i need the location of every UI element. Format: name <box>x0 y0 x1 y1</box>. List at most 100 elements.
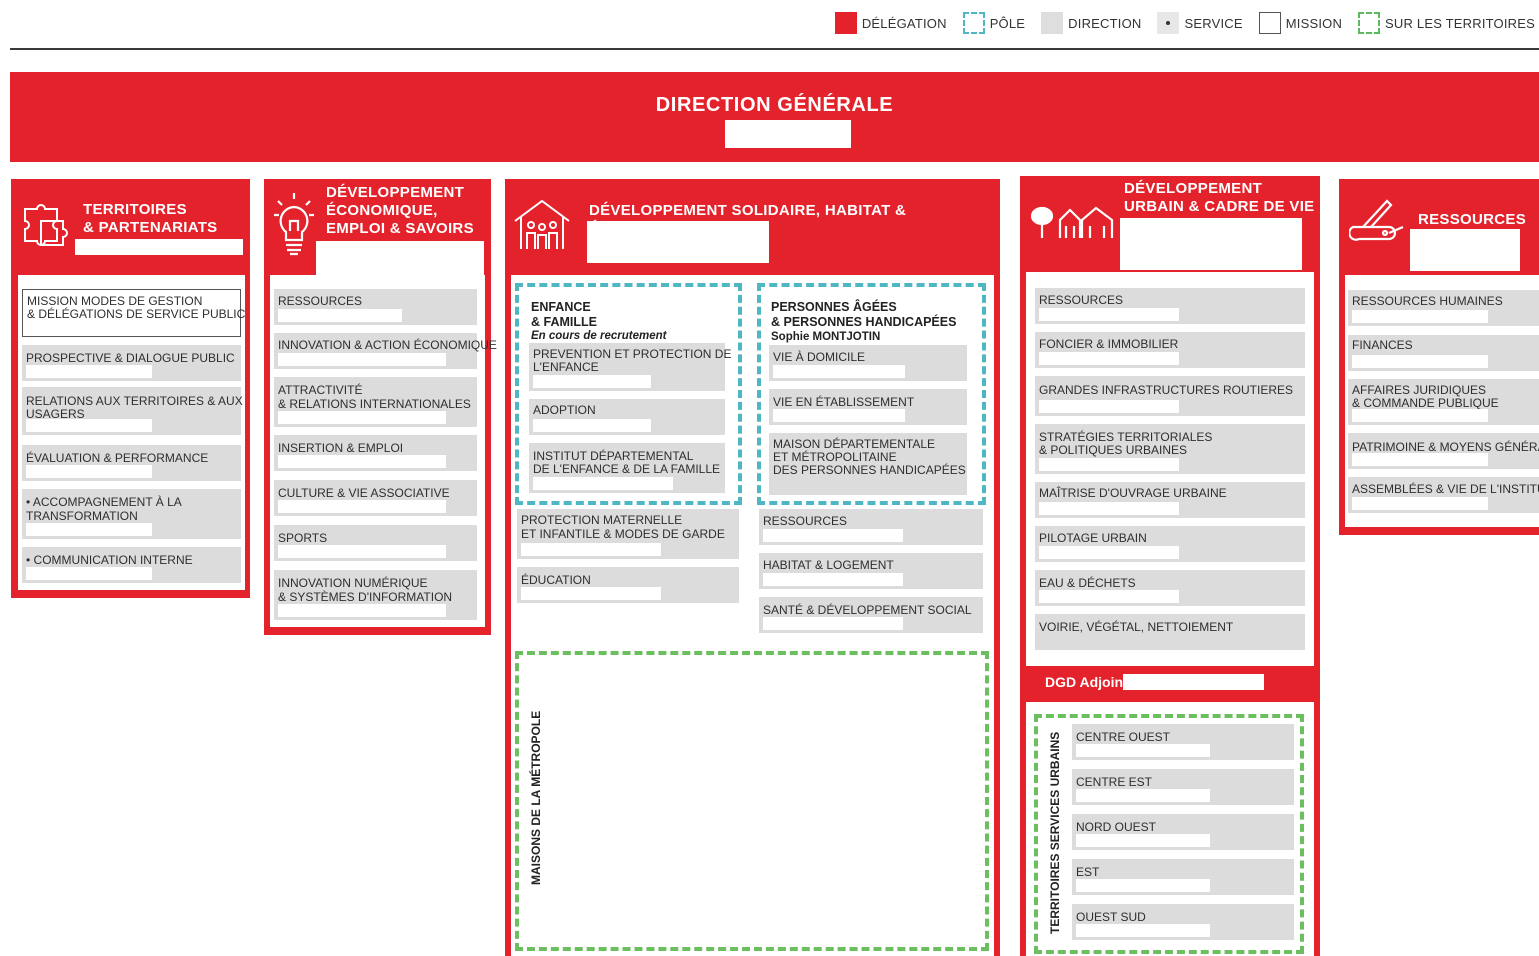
delegation-territoires[interactable]: TERRITOIRES & PARTENARIATS MISSION MODES… <box>11 179 250 598</box>
delegation-developpement-solidaire[interactable]: DÉVELOPPEMENT SOLIDAIRE, HABITAT & ÉDUCA… <box>505 179 1000 956</box>
name-field <box>1039 458 1179 471</box>
territoire-est[interactable]: EST <box>1072 859 1294 895</box>
direction-maitrise-ouvrage[interactable]: MAÎTRISE D'OUVRAGE URBAINE <box>1035 482 1305 518</box>
direction-prospective[interactable]: PROSPECTIVE & DIALOGUE PUBLIC <box>22 345 241 381</box>
col1-item-label: • COMMUNICATION INTERNE <box>26 553 193 567</box>
col2-title-line3: EMPLOI & SAVOIRS <box>326 220 474 237</box>
legend-delegation: DÉLÉGATION <box>834 12 947 34</box>
name-field <box>1076 879 1210 892</box>
direction-pilotage-urbain[interactable]: PILOTAGE URBAIN <box>1035 526 1305 562</box>
col4-item-label: RESSOURCES <box>1039 293 1124 307</box>
delegation-developpement-economique[interactable]: DÉVELOPPEMENT ÉCONOMIQUE, EMPLOI & SAVOI… <box>264 179 497 635</box>
pole-personnes-agees-handicapees[interactable]: PERSONNES ÂGÉES & PERSONNES HANDICAPÉES … <box>757 283 986 505</box>
name-field <box>278 455 446 468</box>
name-field <box>26 523 152 536</box>
direction-eau-dechets[interactable]: EAU & DÉCHETS <box>1035 570 1305 606</box>
direction-ressources-urbain[interactable]: RESSOURCES <box>1035 288 1305 324</box>
direction-culture[interactable]: CULTURE & VIE ASSOCIATIVE <box>274 480 477 516</box>
territoire-label: CENTRE OUEST <box>1076 730 1171 744</box>
legend-mission: MISSION <box>1258 12 1343 34</box>
direction-finances[interactable]: FINANCES <box>1348 335 1539 371</box>
direction-innovation-action-economique[interactable]: INNOVATION & ACTION ÉCONOMIQUE <box>274 333 497 369</box>
direction-maison-departementale[interactable]: MAISON DÉPARTEMENTALE ET MÉTROPOLITAINE … <box>769 433 967 495</box>
col2-item-label: INNOVATION NUMÉRIQUE <box>278 576 428 590</box>
name-field <box>26 419 152 432</box>
direction-ressources-solidaire[interactable]: RESSOURCES <box>759 509 983 545</box>
delegation-ressources[interactable]: RESSOURCES RESSOURCES HUMAINES FINANCES … <box>1339 179 1539 535</box>
direction-insertion-emploi[interactable]: INSERTION & EMPLOI <box>274 435 477 471</box>
territoires-services-urbains[interactable]: TERRITOIRES SERVICES URBAINS CENTRE OUES… <box>1034 714 1304 954</box>
direction-habitat-logement[interactable]: HABITAT & LOGEMENT <box>759 553 983 589</box>
direction-foncier-immobilier[interactable]: FONCIER & IMMOBILIER <box>1035 332 1305 368</box>
territoire-centre-ouest[interactable]: CENTRE OUEST <box>1072 724 1294 760</box>
direction-ressources[interactable]: RESSOURCES <box>274 289 477 325</box>
service-communication-interne[interactable]: • COMMUNICATION INTERNE <box>22 547 241 583</box>
pole1-title-line2: & FAMILLE <box>531 315 597 329</box>
direction-generale-name-box <box>725 120 851 148</box>
name-field <box>533 419 651 432</box>
col1-item-label: • ACCOMPAGNEMENT À LA <box>26 495 182 509</box>
maisons-de-la-metropole[interactable]: MAISONS DE LA MÉTROPOLE <box>515 651 989 951</box>
direction-patrimoine[interactable]: PATRIMOINE & MOYENS GÉNÉRAUX <box>1348 433 1539 469</box>
col4-body: RESSOURCES FONCIER & IMMOBILIER GRANDES … <box>1026 272 1314 666</box>
direction-assemblees[interactable]: ASSEMBLÉES & VIE DE L'INSTITUTION <box>1348 477 1539 513</box>
col2-item-label: & SYSTÈMES D'INFORMATION <box>278 590 453 604</box>
direction-generale-banner[interactable]: DIRECTION GÉNÉRALE <box>10 72 1539 162</box>
col1-body: MISSION MODES DE GESTION & DÉLÉGATIONS D… <box>18 275 245 590</box>
col2-head-name-box <box>316 241 484 275</box>
direction-affaires-juridiques[interactable]: AFFAIRES JURIDIQUES & COMMANDE PUBLIQUE <box>1348 379 1539 425</box>
direction-ressources-humaines[interactable]: RESSOURCES HUMAINES <box>1348 290 1539 326</box>
direction-innovation-numerique[interactable]: INNOVATION NUMÉRIQUE & SYSTÈMES D'INFORM… <box>274 570 477 620</box>
direction-institut-departemental[interactable]: INSTITUT DÉPARTEMENTAL DE L'ENFANCE & DE… <box>529 443 725 493</box>
direction-sports[interactable]: SPORTS <box>274 525 477 561</box>
pole1-subtitle: En cours de recrutement <box>531 330 667 342</box>
mission-modes-gestion[interactable]: MISSION MODES DE GESTION & DÉLÉGATIONS D… <box>22 289 245 337</box>
name-field <box>1352 497 1488 510</box>
direction-sante-developpement-social[interactable]: SANTÉ & DÉVELOPPEMENT SOCIAL <box>759 597 983 633</box>
legend-territoires-label: SUR LES TERRITOIRES <box>1385 15 1535 31</box>
family-house-icon <box>514 199 570 249</box>
name-field <box>1352 310 1488 323</box>
direction-attractivite[interactable]: ATTRACTIVITÉ & RELATIONS INTERNATIONALES <box>274 377 477 427</box>
name-field <box>278 353 446 366</box>
direction-adoption[interactable]: ADOPTION <box>529 399 725 435</box>
col2-item-label: INNOVATION & ACTION ÉCONOMIQUE <box>278 338 497 352</box>
direction-voirie-vegetal[interactable]: VOIRIE, VÉGÉTAL, NETTOIEMENT <box>1035 614 1305 650</box>
direction-education[interactable]: ÉDUCATION <box>517 567 739 603</box>
direction-vie-en-etablissement[interactable]: VIE EN ÉTABLISSEMENT <box>769 389 967 425</box>
territoire-centre-est[interactable]: CENTRE EST <box>1072 769 1294 805</box>
maisons-label: MAISONS DE LA MÉTROPOLE <box>529 710 543 885</box>
delegation-developpement-urbain[interactable]: DÉVELOPPEMENT URBAIN & CADRE DE VIE RESS… <box>1020 176 1320 956</box>
col5-item-label: RESSOURCES HUMAINES <box>1352 294 1503 308</box>
col5-title: RESSOURCES <box>1418 211 1527 228</box>
direction-vie-a-domicile[interactable]: VIE À DOMICILE <box>769 345 967 381</box>
direction-relations-territoires[interactable]: RELATIONS AUX TERRITOIRES & AUX USAGERS <box>22 387 243 435</box>
direction-protection-maternelle[interactable]: PROTECTION MATERNELLE ET INFANTILE & MOD… <box>517 509 739 559</box>
name-field <box>26 365 152 378</box>
territoire-nord-ouest[interactable]: NORD OUEST <box>1072 814 1294 850</box>
col3-head-name-box <box>587 221 769 263</box>
pole-enfance-famille[interactable]: ENFANCE & FAMILLE En cours de recrutemen… <box>515 283 742 505</box>
name-field <box>773 365 905 378</box>
direction-prevention-protection-enfance[interactable]: PREVENTION ET PROTECTION DE L'ENFANCE <box>529 343 731 391</box>
mission-swatch-icon <box>1258 12 1281 34</box>
dgd-adjoint-name-box <box>1123 674 1264 690</box>
name-field <box>278 500 446 513</box>
col2-title-line2: ÉCONOMIQUE, <box>326 202 438 219</box>
legend-pole-label: PÔLE <box>989 15 1026 31</box>
direction-grandes-infrastructures[interactable]: GRANDES INFRASTRUCTURES ROUTIERES <box>1035 376 1305 416</box>
col4-item-label: MAÎTRISE D'OUVRAGE URBAINE <box>1039 486 1227 500</box>
service-accompagnement[interactable]: • ACCOMPAGNEMENT À LA TRANSFORMATION <box>22 489 241 539</box>
legend-mission-label: MISSION <box>1285 15 1343 31</box>
name-field <box>278 309 402 322</box>
direction-evaluation[interactable]: ÉVALUATION & PERFORMANCE <box>22 445 241 481</box>
direction-strategies-territoriales[interactable]: STRATÉGIES TERRITORIALES & POLITIQUES UR… <box>1035 424 1305 474</box>
name-field <box>278 604 446 617</box>
name-field <box>521 543 661 556</box>
col3-item-label: RESSOURCES <box>763 514 848 528</box>
puzzle-icon <box>24 204 68 246</box>
name-field <box>1039 308 1179 321</box>
name-field <box>763 617 903 630</box>
territoire-ouest-sud[interactable]: OUEST SUD <box>1072 904 1294 940</box>
pole2-item-label: VIE À DOMICILE <box>773 350 866 364</box>
